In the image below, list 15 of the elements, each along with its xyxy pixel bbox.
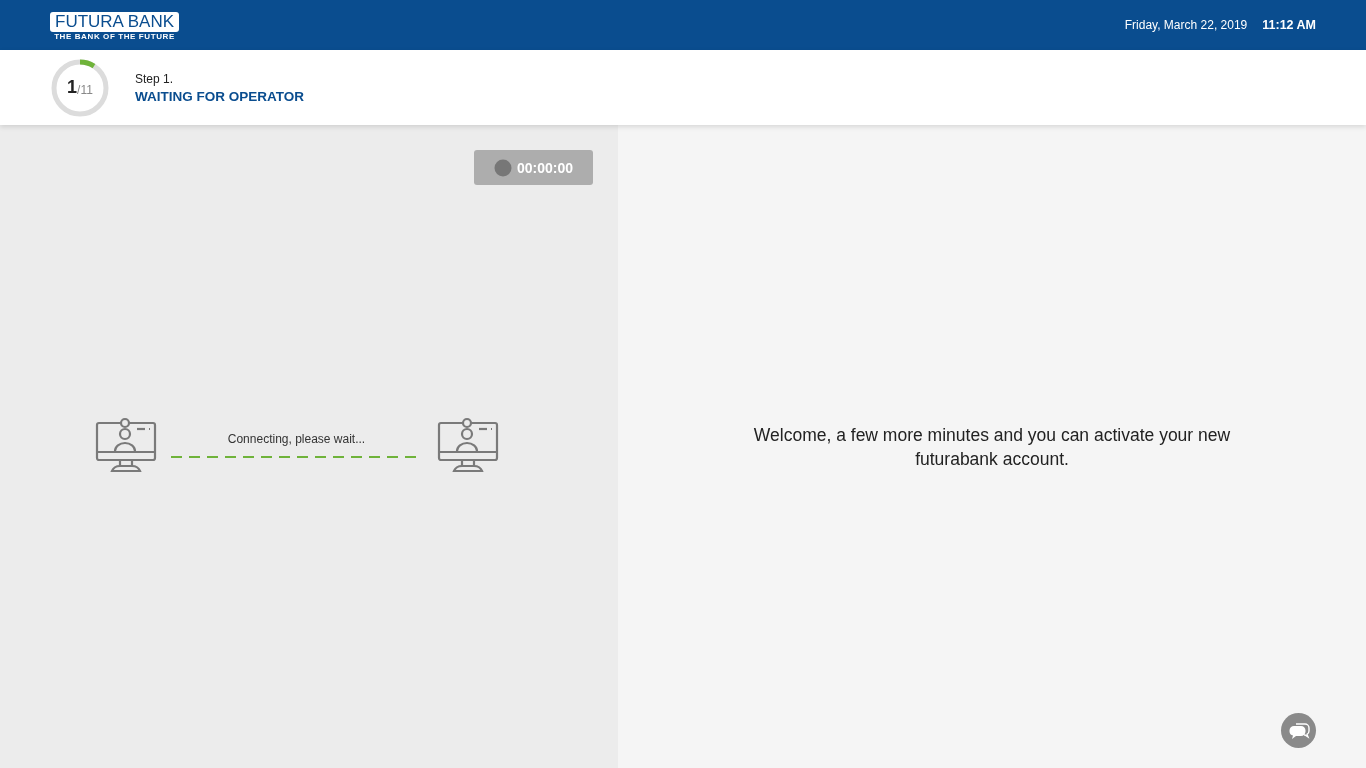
logo-name: FUTURA BANK xyxy=(50,11,180,32)
step-title: WAITING FOR OPERATOR xyxy=(135,88,304,104)
welcome-message: Welcome, a few more minutes and you can activate your new futurabank account. xyxy=(752,423,1232,471)
time-text: 11:12 AM xyxy=(1262,18,1316,32)
logo-tagline: THE BANK OF THE FUTURE xyxy=(54,31,175,41)
bank-logo[interactable]: FUTURA BANK THE BANK OF THE FUTURE xyxy=(50,11,180,41)
step-total: /11 xyxy=(77,82,93,97)
step-number: 1 xyxy=(67,77,78,98)
date-text: Friday, March 22, 2019 xyxy=(1124,18,1248,32)
connecting-text: Connecting, please wait... xyxy=(227,432,366,446)
step-label: Step 1. xyxy=(135,71,175,86)
timer-text: 00:00:00 xyxy=(516,159,573,176)
record-icon xyxy=(493,158,512,177)
chat-bubbles-icon xyxy=(1287,721,1310,740)
chat-button[interactable] xyxy=(1281,713,1316,748)
